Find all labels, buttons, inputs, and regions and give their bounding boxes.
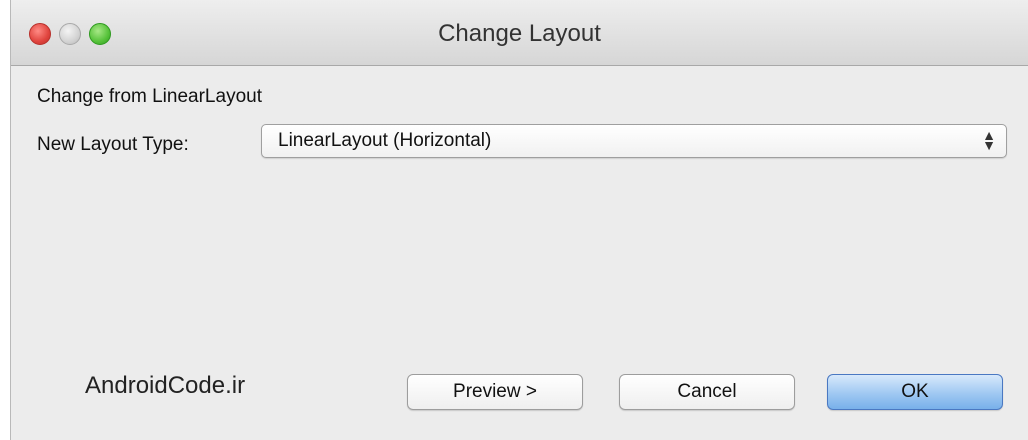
preview-button[interactable]: Preview > — [407, 374, 583, 410]
change-from-label: Change from LinearLayout — [37, 86, 262, 107]
title-bar: Change Layout — [11, 0, 1028, 66]
ok-button[interactable]: OK — [827, 374, 1003, 410]
up-down-arrows-icon: ▲ ▼ — [982, 127, 996, 153]
layout-type-select[interactable]: LinearLayout (Horizontal) ▲ ▼ — [261, 124, 1007, 158]
watermark-text: AndroidCode.ir — [85, 372, 246, 399]
cancel-button[interactable]: Cancel — [619, 374, 795, 410]
window-title: Change Layout — [438, 20, 601, 47]
change-layout-dialog: Change Layout Change from LinearLayout N… — [10, 0, 1028, 440]
layout-type-selected-value: LinearLayout (Horizontal) — [278, 130, 492, 151]
new-layout-type-label: New Layout Type: — [37, 134, 189, 155]
